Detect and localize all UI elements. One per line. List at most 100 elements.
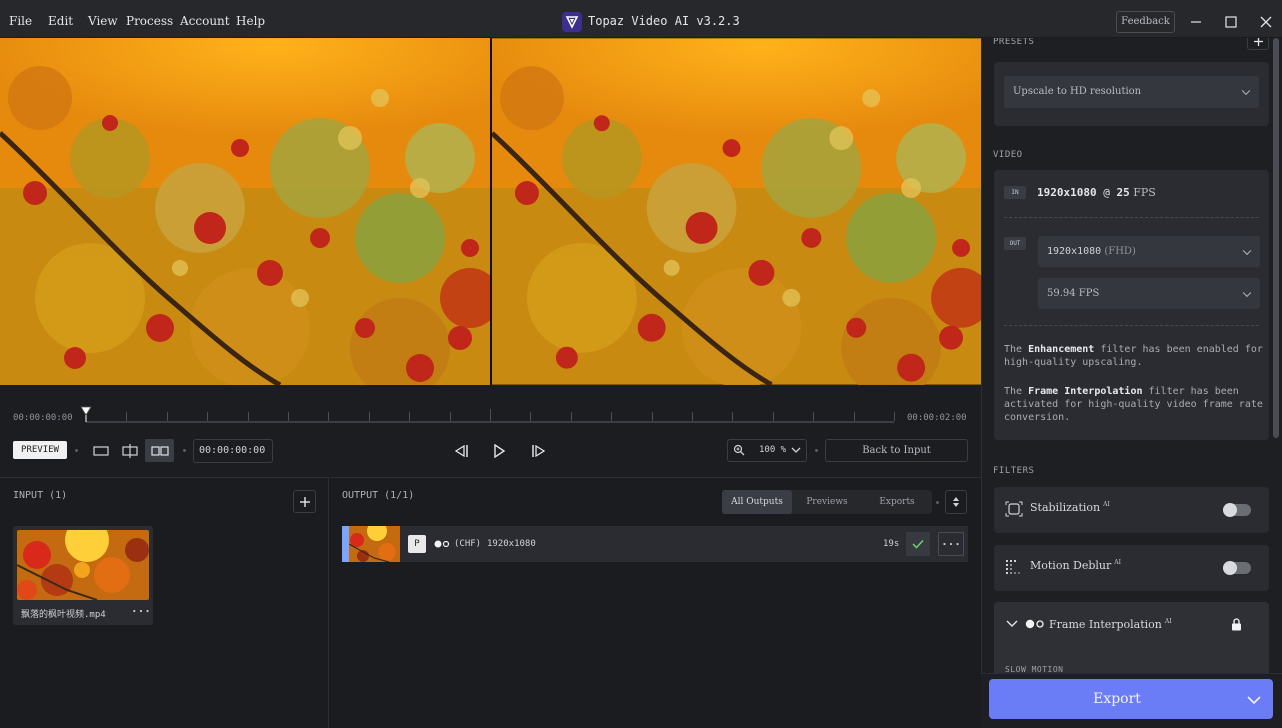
stabilization-icon: [1005, 501, 1023, 520]
feedback-button[interactable]: Feedback: [1116, 11, 1175, 33]
timeline-ruler[interactable]: [86, 421, 894, 423]
filter-label: Stabilization: [1030, 501, 1101, 514]
divider: [1004, 325, 1259, 326]
ai-badge: AI: [1114, 559, 1121, 567]
play-icon[interactable]: [488, 440, 510, 462]
add-input-button[interactable]: [293, 490, 316, 513]
plus-icon: [299, 496, 310, 507]
tick: [288, 412, 289, 421]
tick: [530, 412, 531, 421]
menu-account[interactable]: Account: [180, 14, 230, 28]
filter-motion-deblur[interactable]: Motion Deblur AI: [994, 545, 1269, 591]
minimize-icon[interactable]: [1186, 12, 1206, 32]
tick: [328, 412, 329, 421]
add-preset-button[interactable]: [1247, 38, 1269, 50]
menu-view[interactable]: View: [88, 14, 118, 28]
chevron-down-icon[interactable]: [1006, 619, 1018, 632]
menu-help[interactable]: Help: [236, 14, 265, 28]
menu-process[interactable]: Process: [126, 14, 173, 28]
back-to-input-button[interactable]: Back to Input: [825, 439, 968, 462]
tick: [854, 412, 855, 421]
output-tabs: All Outputs Previews Exports: [722, 490, 932, 514]
playhead-icon[interactable]: [80, 406, 92, 425]
output-resolution-suffix: (FHD): [1104, 246, 1136, 257]
chevron-down-icon: [1242, 246, 1252, 255]
chevron-down-icon: [1242, 288, 1252, 297]
side-by-side-view-icon[interactable]: [145, 439, 174, 462]
maximize-icon[interactable]: [1221, 12, 1241, 32]
current-time-input[interactable]: 00:00:00:00: [193, 439, 273, 463]
output-resolution-dropdown[interactable]: 1920x1080 (FHD): [1038, 236, 1260, 267]
divider: [1004, 217, 1259, 218]
tick: [167, 412, 168, 421]
input-video-thumbnail: [17, 530, 149, 600]
frame-interpolation-info: The Frame Interpolation filter has been …: [1004, 385, 1264, 424]
checkmark-icon[interactable]: [906, 532, 930, 556]
more-options-icon[interactable]: ···: [131, 605, 151, 618]
output-thumbnail: [349, 526, 400, 562]
tick: [450, 412, 451, 421]
filters-label: FILTERS: [993, 466, 1035, 476]
tick: [490, 409, 491, 421]
input-resolution-info: 1920x1080 @ 25 FPS: [1037, 186, 1156, 199]
motion-deblur-icon: [1005, 559, 1021, 578]
tick: [126, 412, 127, 421]
info-bold: Frame Interpolation: [1028, 386, 1143, 397]
input-video-card[interactable]: 飘落的枫叶视频.mp4 ···: [13, 526, 153, 625]
chevron-down-icon: [791, 445, 801, 458]
preview-button[interactable]: PREVIEW: [13, 441, 67, 459]
filter-label: Frame Interpolation: [1049, 618, 1162, 631]
timeline-panel: 00:00:00:00 00:00:02:00 PREVIEW 00:00:00…: [0, 385, 981, 477]
previous-frame-icon[interactable]: [450, 440, 472, 462]
export-button[interactable]: Export: [989, 679, 1273, 719]
export-label: Export: [1093, 691, 1141, 707]
tick: [692, 412, 693, 421]
preset-value: Upscale to HD resolution: [1013, 86, 1142, 97]
tab-exports[interactable]: Exports: [862, 490, 932, 514]
output-fps-value: 59.94 FPS: [1047, 288, 1100, 299]
original-video-pane: [0, 38, 490, 385]
output-resolution: 1920x1080: [487, 539, 536, 549]
chevron-down-icon: [1241, 86, 1251, 96]
presets-card: Upscale to HD resolution: [994, 62, 1269, 126]
output-resolution-text: 1920x1080: [1047, 246, 1102, 257]
input-panel: INPUT (1) 飘落的枫叶视频.mp4 ···: [0, 477, 329, 728]
enhancement-info: The Enhancement filter has been enabled …: [1004, 343, 1264, 369]
info-bold: Enhancement: [1028, 344, 1095, 355]
output-resolution-value: 1920x1080 (FHD): [1047, 236, 1136, 267]
filter-stabilization[interactable]: Stabilization AI: [994, 487, 1269, 533]
sort-icon[interactable]: [945, 490, 967, 514]
menu-edit[interactable]: Edit: [48, 14, 73, 28]
tick: [611, 412, 612, 421]
timeline-start-time: 00:00:00:00: [13, 413, 73, 423]
tab-all-outputs[interactable]: All Outputs: [722, 490, 792, 514]
zoom-dropdown[interactable]: 100 %: [727, 439, 807, 462]
split-view-icon[interactable]: [115, 439, 144, 462]
more-options-icon[interactable]: ···: [938, 532, 964, 556]
motion-deblur-toggle[interactable]: [1223, 561, 1251, 575]
tab-previews[interactable]: Previews: [792, 490, 862, 514]
preset-dropdown[interactable]: Upscale to HD resolution: [1004, 76, 1259, 108]
menu-file[interactable]: File: [9, 14, 32, 28]
close-icon[interactable]: [1256, 12, 1276, 32]
output-row[interactable]: P (CHF) 1920x1080 19s ···: [342, 526, 968, 562]
frame-interpolation-icon: [434, 539, 450, 552]
chevron-down-icon[interactable]: [1247, 693, 1261, 709]
filter-name: Stabilization AI: [1030, 501, 1110, 514]
presets-label: PRESETS: [993, 38, 1035, 47]
output-duration: 19s: [883, 539, 900, 549]
stabilization-toggle[interactable]: [1223, 503, 1251, 517]
frame-interpolation-icon: [1025, 619, 1045, 632]
input-title: INPUT (1): [13, 490, 68, 501]
tick: [894, 412, 895, 421]
zoom-icon: [733, 444, 745, 459]
tick: [207, 412, 208, 421]
lock-icon[interactable]: [1231, 618, 1242, 634]
sidebar-scrollbar[interactable]: [1273, 38, 1279, 438]
next-frame-icon[interactable]: [528, 440, 550, 462]
single-view-icon[interactable]: [86, 439, 115, 462]
tick: [248, 412, 249, 421]
output-fps-dropdown[interactable]: 59.94 FPS: [1038, 278, 1260, 309]
timeline-end-time: 00:00:02:00: [907, 413, 967, 423]
split-divider[interactable]: [490, 38, 492, 385]
